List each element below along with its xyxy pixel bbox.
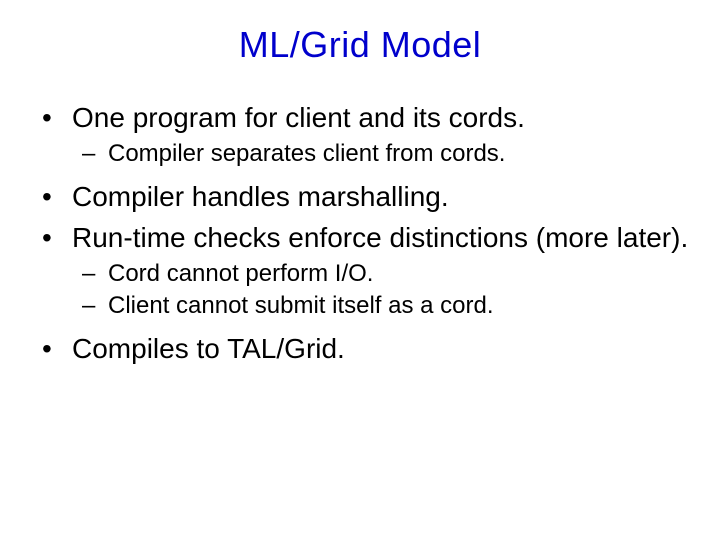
bullet-item: Compiles to TAL/Grid.: [30, 331, 690, 366]
sub-bullet-text: Client cannot submit itself as a cord.: [108, 292, 494, 319]
slide: ML/Grid Model One program for client and…: [0, 0, 720, 540]
sub-bullet-text: Cord cannot perform I/O.: [108, 260, 373, 287]
bullet-text: Compiler handles marshalling.: [72, 181, 449, 212]
bullet-list: One program for client and its cords. Co…: [30, 100, 690, 366]
sub-bullet-item: Cord cannot perform I/O.: [72, 259, 690, 289]
sub-bullet-item: Compiler separates client from cords.: [72, 139, 690, 169]
bullet-item: Run-time checks enforce distinctions (mo…: [30, 220, 690, 321]
bullet-item: Compiler handles marshalling.: [30, 179, 690, 214]
bullet-text: Compiles to TAL/Grid.: [72, 333, 345, 364]
bullet-text: Run-time checks enforce distinctions (mo…: [72, 222, 688, 253]
bullet-item: One program for client and its cords. Co…: [30, 100, 690, 169]
sub-bullet-list: Compiler separates client from cords.: [72, 139, 690, 169]
sub-bullet-list: Cord cannot perform I/O. Client cannot s…: [72, 259, 690, 321]
sub-bullet-item: Client cannot submit itself as a cord.: [72, 291, 690, 321]
slide-title: ML/Grid Model: [30, 24, 690, 66]
sub-bullet-text: Compiler separates client from cords.: [108, 140, 505, 167]
bullet-text: One program for client and its cords.: [72, 102, 525, 133]
